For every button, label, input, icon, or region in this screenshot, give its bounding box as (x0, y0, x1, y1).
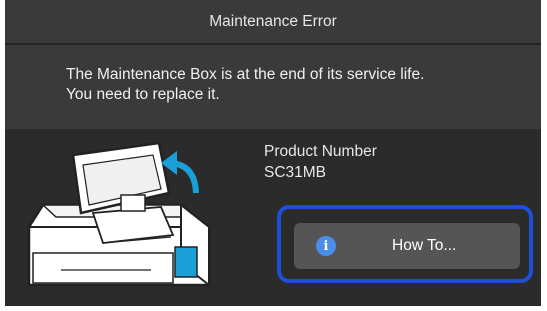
product-number-value: SC31MB (264, 164, 327, 181)
how-to-button[interactable]: i How To... (294, 223, 520, 269)
maintenance-error-screen: Maintenance Error The Maintenance Box is… (5, 0, 541, 306)
product-number-label: Product Number (264, 143, 377, 160)
message-line-2: You need to replace it. (66, 86, 220, 103)
dialog-title: Maintenance Error (209, 12, 337, 30)
info-icon: i (316, 236, 336, 256)
how-to-label: How To... (392, 237, 457, 254)
content-area: Product Number SC31MB i How To... (5, 129, 541, 306)
message-area: The Maintenance Box is at the end of its… (5, 45, 541, 129)
printer-illustration (27, 141, 211, 288)
title-bar: Maintenance Error (5, 0, 541, 43)
message-line-1: The Maintenance Box is at the end of its… (66, 66, 425, 83)
